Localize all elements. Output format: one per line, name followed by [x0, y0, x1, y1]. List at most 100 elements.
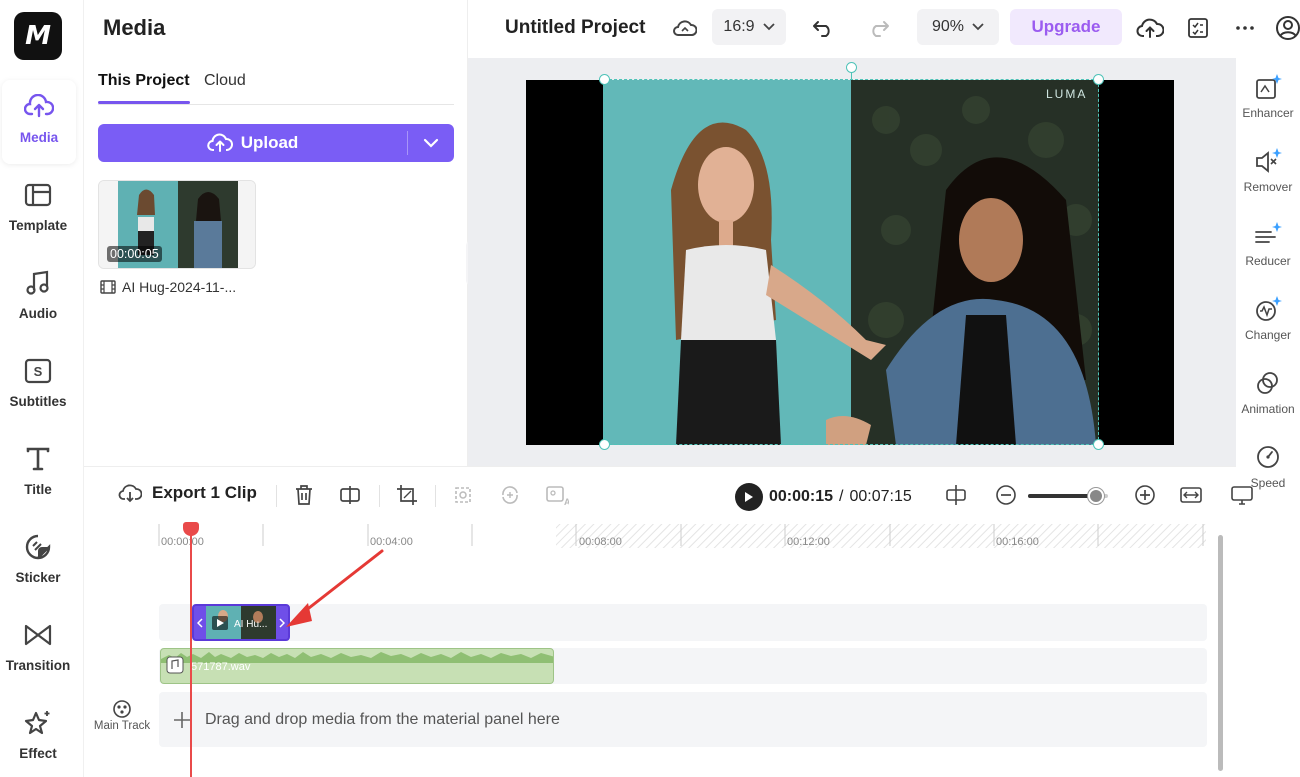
checklist-icon[interactable] — [1183, 13, 1213, 43]
tool-reducer[interactable]: Reducer — [1236, 218, 1300, 268]
split-icon[interactable] — [336, 481, 364, 509]
audio-clip-label: 571787.wav — [191, 661, 251, 673]
media-item-name-text: AI Hug-2024-11-... — [122, 279, 237, 295]
nav-item-transition[interactable]: Transition — [0, 608, 76, 692]
zoom-in-icon[interactable] — [1131, 481, 1159, 509]
cloud-upload-icon — [206, 132, 233, 154]
cloud-sync-icon[interactable] — [670, 13, 700, 43]
freeze-frame-icon[interactable] — [449, 481, 477, 509]
undo-icon[interactable] — [808, 13, 838, 43]
zoom-out-icon[interactable] — [992, 481, 1020, 509]
tool-changer[interactable]: Changer — [1236, 292, 1300, 342]
upload-dropdown-button[interactable] — [408, 138, 454, 148]
svg-text:A: A — [564, 497, 569, 506]
drop-zone-text: Drag and drop media from the material pa… — [205, 710, 560, 728]
music-note-icon — [21, 266, 55, 300]
resize-handle-tl[interactable] — [599, 74, 610, 85]
nav-item-sticker[interactable]: Sticker — [0, 520, 76, 604]
tool-label: Remover — [1243, 180, 1293, 194]
zoom-select[interactable]: 90% — [917, 9, 999, 45]
nav-label: Template — [8, 218, 68, 233]
main-track-text: Main Track — [93, 720, 151, 732]
preview-area: LUMA — [468, 58, 1236, 466]
rotate-handle-stem — [851, 72, 852, 80]
media-item-name: AI Hug-2024-11-... — [100, 279, 236, 295]
snap-align-icon[interactable] — [942, 481, 970, 509]
zoom-slider-knob[interactable] — [1088, 488, 1104, 504]
media-item-thumbnail[interactable]: 00:00:05 — [98, 180, 256, 269]
ruler-label: 00:16:00 — [996, 536, 1039, 548]
toolbar-divider — [379, 485, 380, 507]
chevron-down-icon — [762, 23, 775, 31]
aspect-ratio-value: 16:9 — [723, 18, 755, 35]
export-upload-icon[interactable] — [1135, 13, 1165, 43]
tool-animation[interactable]: Animation — [1236, 366, 1300, 416]
nav-item-effect[interactable]: Effect — [0, 696, 76, 777]
transition-icon — [21, 618, 55, 652]
ruler-label: 00:00:00 — [161, 536, 204, 548]
upgrade-button[interactable]: Upgrade — [1010, 9, 1122, 45]
tool-label: Enhancer — [1242, 106, 1294, 120]
nav-item-title[interactable]: Title — [0, 432, 76, 516]
auto-reframe-icon[interactable] — [496, 481, 524, 509]
upload-button[interactable]: Upload — [98, 124, 454, 162]
chevron-down-icon — [972, 23, 984, 31]
nav-label: Transition — [5, 658, 71, 673]
tool-remover[interactable]: Remover — [1236, 144, 1300, 194]
delete-icon[interactable] — [290, 481, 318, 509]
panel-title: Media — [103, 15, 166, 40]
timeline-scrollbar[interactable] — [1218, 535, 1223, 771]
audio-clip[interactable]: 571787.wav — [160, 648, 554, 684]
timeline-toolbar: Export 1 Clip A 00:00:15 / 00:07:15 — [84, 466, 1253, 522]
cloud-upload-icon — [22, 90, 56, 124]
subtitles-icon: S — [21, 354, 55, 388]
monitor-icon[interactable] — [1228, 481, 1256, 509]
right-tools-panel: Enhancer Remover Reducer Changer Animati… — [1236, 58, 1300, 508]
active-tab-indicator — [98, 101, 190, 104]
tab-cloud[interactable]: Cloud — [204, 72, 246, 90]
plus-icon — [173, 711, 191, 729]
fit-timeline-icon[interactable] — [1177, 481, 1205, 509]
crop-icon[interactable] — [393, 481, 421, 509]
play-button[interactable] — [735, 483, 763, 511]
time-readout: 00:00:15 / 00:07:15 — [735, 483, 912, 511]
upload-main-button[interactable]: Upload — [98, 131, 408, 155]
reducer-icon — [1251, 218, 1285, 252]
media-drop-zone[interactable]: Drag and drop media from the material pa… — [159, 692, 1207, 747]
template-icon — [21, 178, 55, 212]
ruler-label: 00:12:00 — [787, 536, 830, 548]
play-icon — [745, 492, 753, 502]
nav-label: Effect — [19, 746, 57, 761]
tab-this-project[interactable]: This Project — [98, 72, 190, 90]
tool-enhancer[interactable]: Enhancer — [1236, 70, 1300, 120]
resize-handle-br[interactable] — [1093, 439, 1104, 450]
aspect-ratio-select[interactable]: 16:9 — [712, 9, 786, 45]
title-text-icon — [21, 442, 55, 476]
nav-item-template[interactable]: Template — [0, 168, 76, 252]
sticker-icon — [21, 530, 55, 564]
timeline: 00:00:00 00:04:00 00:08:00 00:12:00 00:1… — [84, 522, 1300, 777]
tool-label: Animation — [1241, 402, 1295, 416]
nav-item-media[interactable]: Media — [2, 80, 76, 164]
left-nav: M Media Template Audio S Subtitles Title — [0, 0, 84, 777]
selection-box[interactable] — [604, 79, 1099, 445]
more-options-icon[interactable] — [1230, 13, 1260, 43]
trim-left-handle[interactable] — [194, 617, 206, 628]
clip-thumbnail: AI Hu... — [206, 606, 276, 639]
enhancer-icon — [1251, 70, 1285, 104]
playhead-line[interactable] — [190, 530, 192, 777]
resize-handle-tr[interactable] — [1093, 74, 1104, 85]
effect-sparkle-icon — [21, 706, 55, 740]
ai-caption-icon[interactable]: A — [543, 481, 571, 509]
user-avatar-icon[interactable] — [1273, 13, 1300, 43]
redo-icon[interactable] — [864, 13, 894, 43]
resize-handle-bl[interactable] — [599, 439, 610, 450]
nav-label: Audio — [18, 306, 58, 321]
export-clip-button[interactable]: Export 1 Clip — [118, 483, 257, 503]
export-label: Export 1 Clip — [152, 483, 257, 502]
download-icon — [118, 483, 142, 503]
nav-item-subtitles[interactable]: S Subtitles — [0, 344, 76, 428]
nav-item-audio[interactable]: Audio — [0, 256, 76, 340]
toolbar-divider — [435, 485, 436, 507]
project-title[interactable]: Untitled Project — [505, 17, 645, 39]
